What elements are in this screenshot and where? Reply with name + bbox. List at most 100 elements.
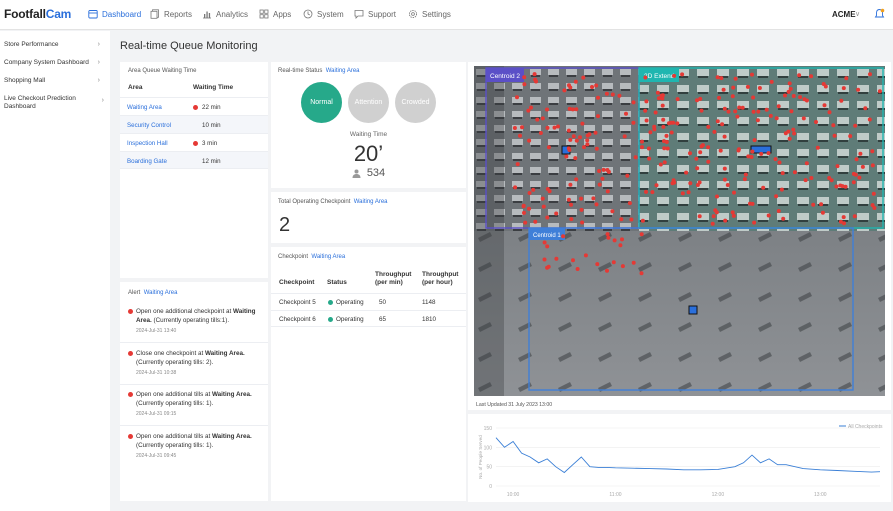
person-detection-dot bbox=[768, 113, 773, 118]
person-detection-dot bbox=[750, 149, 755, 154]
person-detection-dot bbox=[568, 137, 573, 142]
person-detection-dot bbox=[545, 187, 550, 191]
table-row[interactable]: Boarding Gate 12 min bbox=[120, 151, 268, 169]
throughput-min: 50 bbox=[379, 299, 387, 306]
person-detection-dot bbox=[640, 139, 644, 144]
person-detection-dot bbox=[780, 171, 785, 176]
person-detection-dot bbox=[566, 146, 571, 151]
person-detection-dot bbox=[723, 218, 728, 223]
person-detection-dot bbox=[732, 190, 736, 195]
nav-reports[interactable]: Reports bbox=[150, 9, 192, 19]
person-detection-dot bbox=[851, 171, 856, 176]
person-detection-dot bbox=[722, 106, 727, 111]
alert-item[interactable]: Open one additional tills at Waiting Are… bbox=[128, 390, 263, 419]
person-detection-dot bbox=[605, 268, 609, 273]
person-detection-dot bbox=[540, 116, 545, 121]
nav-system[interactable]: System bbox=[303, 9, 344, 19]
sidebar-item-shopping-mall[interactable]: Shopping Mall › bbox=[4, 77, 106, 85]
status-normal-indicator: Normal bbox=[301, 82, 342, 123]
person-detection-dot bbox=[571, 258, 575, 263]
person-detection-dot bbox=[527, 191, 532, 195]
person-detection-dot bbox=[545, 125, 550, 130]
column-header-area: Area bbox=[128, 84, 143, 91]
status-attention-indicator: Attention bbox=[348, 82, 389, 123]
checkpoint-card: Checkpoint Waiting Area Checkpoint Statu… bbox=[271, 247, 466, 501]
sidebar: Store Performance › Company System Dashbo… bbox=[0, 31, 110, 511]
notification-bell-icon[interactable] bbox=[874, 8, 885, 20]
throughput-hour: 1810 bbox=[422, 316, 437, 323]
person-detection-dot bbox=[871, 191, 876, 196]
person-detection-dot bbox=[786, 129, 791, 134]
person-detection-dot bbox=[596, 95, 600, 100]
nav-settings[interactable]: Settings bbox=[408, 9, 451, 19]
person-detection-dot bbox=[820, 210, 825, 215]
person-detection-dot bbox=[596, 114, 600, 119]
nav-apps[interactable]: Apps bbox=[259, 9, 291, 19]
column-header-throughput-min: Throughput (per min) bbox=[375, 271, 412, 286]
person-detection-dot bbox=[662, 146, 667, 151]
person-detection-dot bbox=[587, 132, 592, 137]
person-detection-dot bbox=[841, 86, 846, 91]
nav-support[interactable]: Support bbox=[354, 9, 396, 19]
y-axis-label: No. of People Served bbox=[478, 435, 483, 479]
person-detection-dot bbox=[731, 213, 736, 218]
person-detection-dot bbox=[646, 146, 651, 151]
person-detection-dot bbox=[787, 136, 792, 141]
alert-item[interactable]: Open one additional tills at Waiting Are… bbox=[128, 432, 263, 461]
sidebar-item-store-performance[interactable]: Store Performance › bbox=[4, 41, 106, 49]
nav-analytics[interactable]: Analytics bbox=[202, 9, 248, 19]
area-link[interactable]: Inspection Hall bbox=[127, 140, 168, 147]
sidebar-item-label: Shopping Mall bbox=[4, 77, 46, 84]
person-detection-dot bbox=[852, 214, 857, 219]
camera-feed[interactable]: Centroid 2 3D Extend Centroid 1 bbox=[474, 66, 885, 396]
person-detection-dot bbox=[769, 79, 774, 84]
person-detection-dot bbox=[580, 220, 585, 225]
y-tick-label: 100 bbox=[484, 445, 493, 451]
total-operating-card: Total Operating Checkpoint Waiting Area … bbox=[271, 192, 466, 243]
person-detection-dot bbox=[721, 87, 726, 92]
table-row[interactable]: Checkpoint 5 Operating 50 1148 bbox=[271, 293, 466, 310]
person-detection-dot bbox=[731, 85, 736, 90]
alert-item[interactable]: Close one checkpoint at Waiting Area. (C… bbox=[128, 349, 263, 378]
area-link[interactable]: Boarding Gate bbox=[127, 158, 167, 165]
sidebar-item-company-system-dashboard[interactable]: Company System Dashboard › bbox=[4, 59, 106, 67]
person-detection-dot bbox=[585, 142, 590, 147]
person-detection-dot bbox=[827, 176, 832, 180]
person-detection-dot bbox=[662, 139, 666, 144]
table-row[interactable]: Checkpoint 6 Operating 65 1810 bbox=[271, 310, 466, 327]
person-detection-dot bbox=[854, 157, 859, 162]
person-detection-dot bbox=[777, 160, 782, 165]
area-link[interactable]: Security Control bbox=[127, 122, 171, 129]
person-detection-dot bbox=[697, 180, 702, 185]
brand-logo[interactable]: FootfallCam bbox=[4, 7, 71, 21]
x-tick-label: 12:00 bbox=[712, 492, 725, 498]
waiting-time-label: Waiting Time bbox=[349, 131, 388, 138]
account-menu[interactable]: ACME bbox=[832, 10, 856, 19]
nav-dashboard[interactable]: Dashboard bbox=[88, 9, 141, 19]
person-detection-dot bbox=[652, 124, 657, 129]
person-detection-dot bbox=[606, 235, 611, 240]
person-detection-dot bbox=[512, 126, 517, 130]
chevron-down-icon[interactable]: ∨ bbox=[855, 10, 860, 18]
person-detection-dot bbox=[834, 184, 839, 189]
person-detection-dot bbox=[515, 95, 519, 100]
table-row[interactable]: Waiting Area 22 min bbox=[120, 97, 268, 115]
person-detection-dot bbox=[781, 216, 786, 221]
table-row[interactable]: Inspection Hall 3 min bbox=[120, 133, 268, 151]
person-detection-dot bbox=[751, 95, 756, 100]
area-link[interactable]: Waiting Area bbox=[127, 104, 162, 111]
person-detection-dot bbox=[546, 264, 551, 269]
person-detection-dot bbox=[532, 72, 537, 77]
person-detection-dot bbox=[522, 82, 527, 87]
person-detection-dot bbox=[662, 160, 667, 165]
person-detection-dot bbox=[774, 116, 779, 121]
status-dot-icon bbox=[328, 300, 333, 305]
person-detection-dot bbox=[719, 76, 724, 81]
sidebar-item-live-checkout-prediction[interactable]: Live Checkout Prediction Dashboard › bbox=[4, 95, 104, 111]
person-detection-dot bbox=[541, 204, 546, 209]
person-detection-dot bbox=[644, 118, 649, 123]
person-detection-dot bbox=[680, 191, 685, 196]
alert-item[interactable]: Open one additional checkpoint at Waitin… bbox=[128, 307, 263, 336]
person-detection-dot bbox=[643, 75, 648, 80]
table-row[interactable]: Security Control 10 min bbox=[120, 115, 268, 133]
